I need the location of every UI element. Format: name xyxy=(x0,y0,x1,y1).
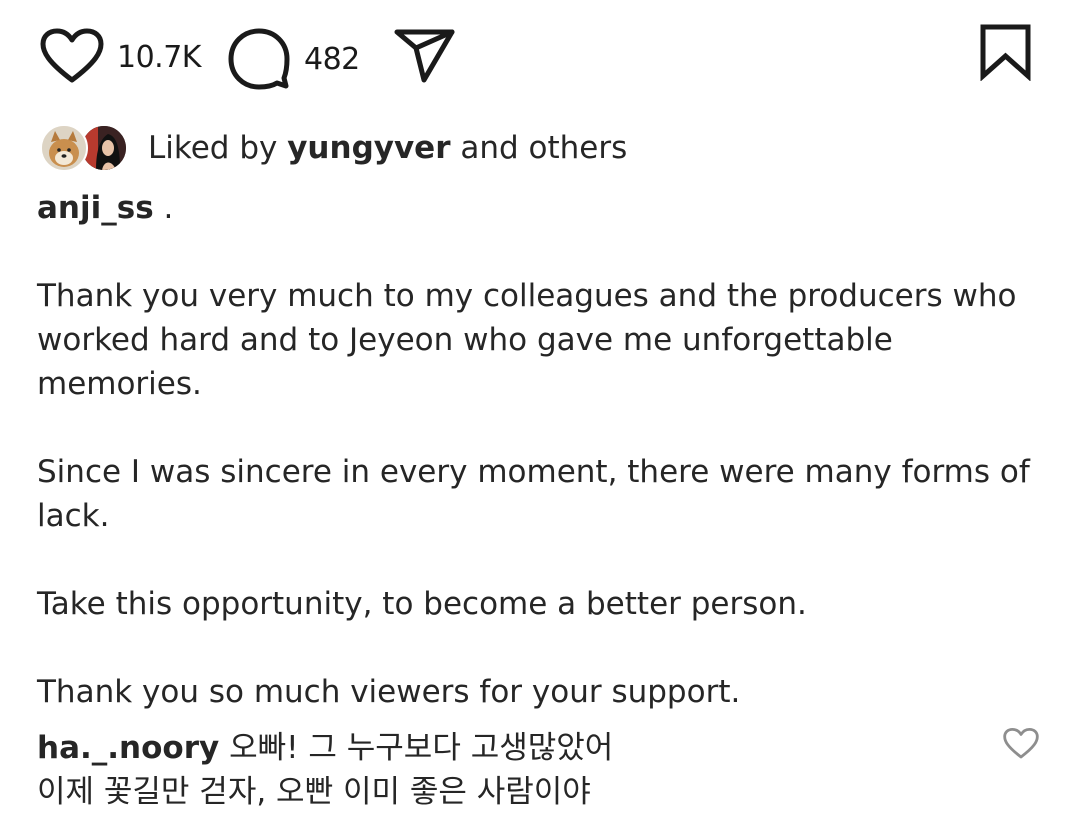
caption-paragraph: Thank you very much to my colleagues and… xyxy=(37,278,1017,402)
caption-paragraph: Thank you so much viewers for your suppo… xyxy=(37,674,741,710)
like-action: 10.7K xyxy=(40,28,201,86)
like-count[interactable]: 10.7K xyxy=(117,40,201,75)
post-action-bar: 10.7K 482 xyxy=(0,0,1077,115)
heart-icon[interactable] xyxy=(40,28,104,86)
comment-text-line-1: 오빠! 그 누구보다 고생많았어 xyxy=(229,730,614,766)
paper-plane-icon[interactable] xyxy=(394,28,456,84)
liker-avatars xyxy=(40,122,128,174)
liked-by-suffix: and others xyxy=(460,130,628,166)
liked-by-text: Liked by yungyver and others xyxy=(148,130,627,166)
caption-paragraph: Since I was sincere in every moment, the… xyxy=(37,454,1030,534)
comment-text-line-2: 이제 꽃길만 걷자, 오빤 이미 좋은 사람이야 xyxy=(37,774,591,810)
liked-by-row[interactable]: Liked by yungyver and others xyxy=(40,122,627,174)
comment-first-line: ha._.noory 오빠! 그 누구보다 고생많았어 xyxy=(37,726,997,770)
avatar xyxy=(40,124,88,172)
share-action xyxy=(394,28,456,84)
comment-item: ha._.noory 오빠! 그 누구보다 고생많았어 이제 꽃길만 걷자, 오… xyxy=(37,726,997,814)
caption-title-suffix: . xyxy=(163,190,174,226)
comment-heart-icon[interactable] xyxy=(1003,727,1039,761)
save-action xyxy=(979,23,1033,82)
caption-username[interactable]: anji_ss xyxy=(37,190,154,226)
bookmark-icon[interactable] xyxy=(979,23,1033,82)
liked-by-prefix: Liked by xyxy=(148,130,278,166)
comment-username[interactable]: ha._.noory xyxy=(37,730,219,766)
caption-header: anji_ss . xyxy=(37,186,1037,230)
liker-username[interactable]: yungyver xyxy=(287,130,450,166)
comment-bubble-icon[interactable] xyxy=(228,28,290,90)
caption-paragraph: Take this opportunity, to become a bette… xyxy=(37,586,807,622)
comment-count[interactable]: 482 xyxy=(304,42,360,77)
post-caption: anji_ss . Thank you very much to my coll… xyxy=(37,186,1037,714)
comment-action: 482 xyxy=(228,28,360,90)
